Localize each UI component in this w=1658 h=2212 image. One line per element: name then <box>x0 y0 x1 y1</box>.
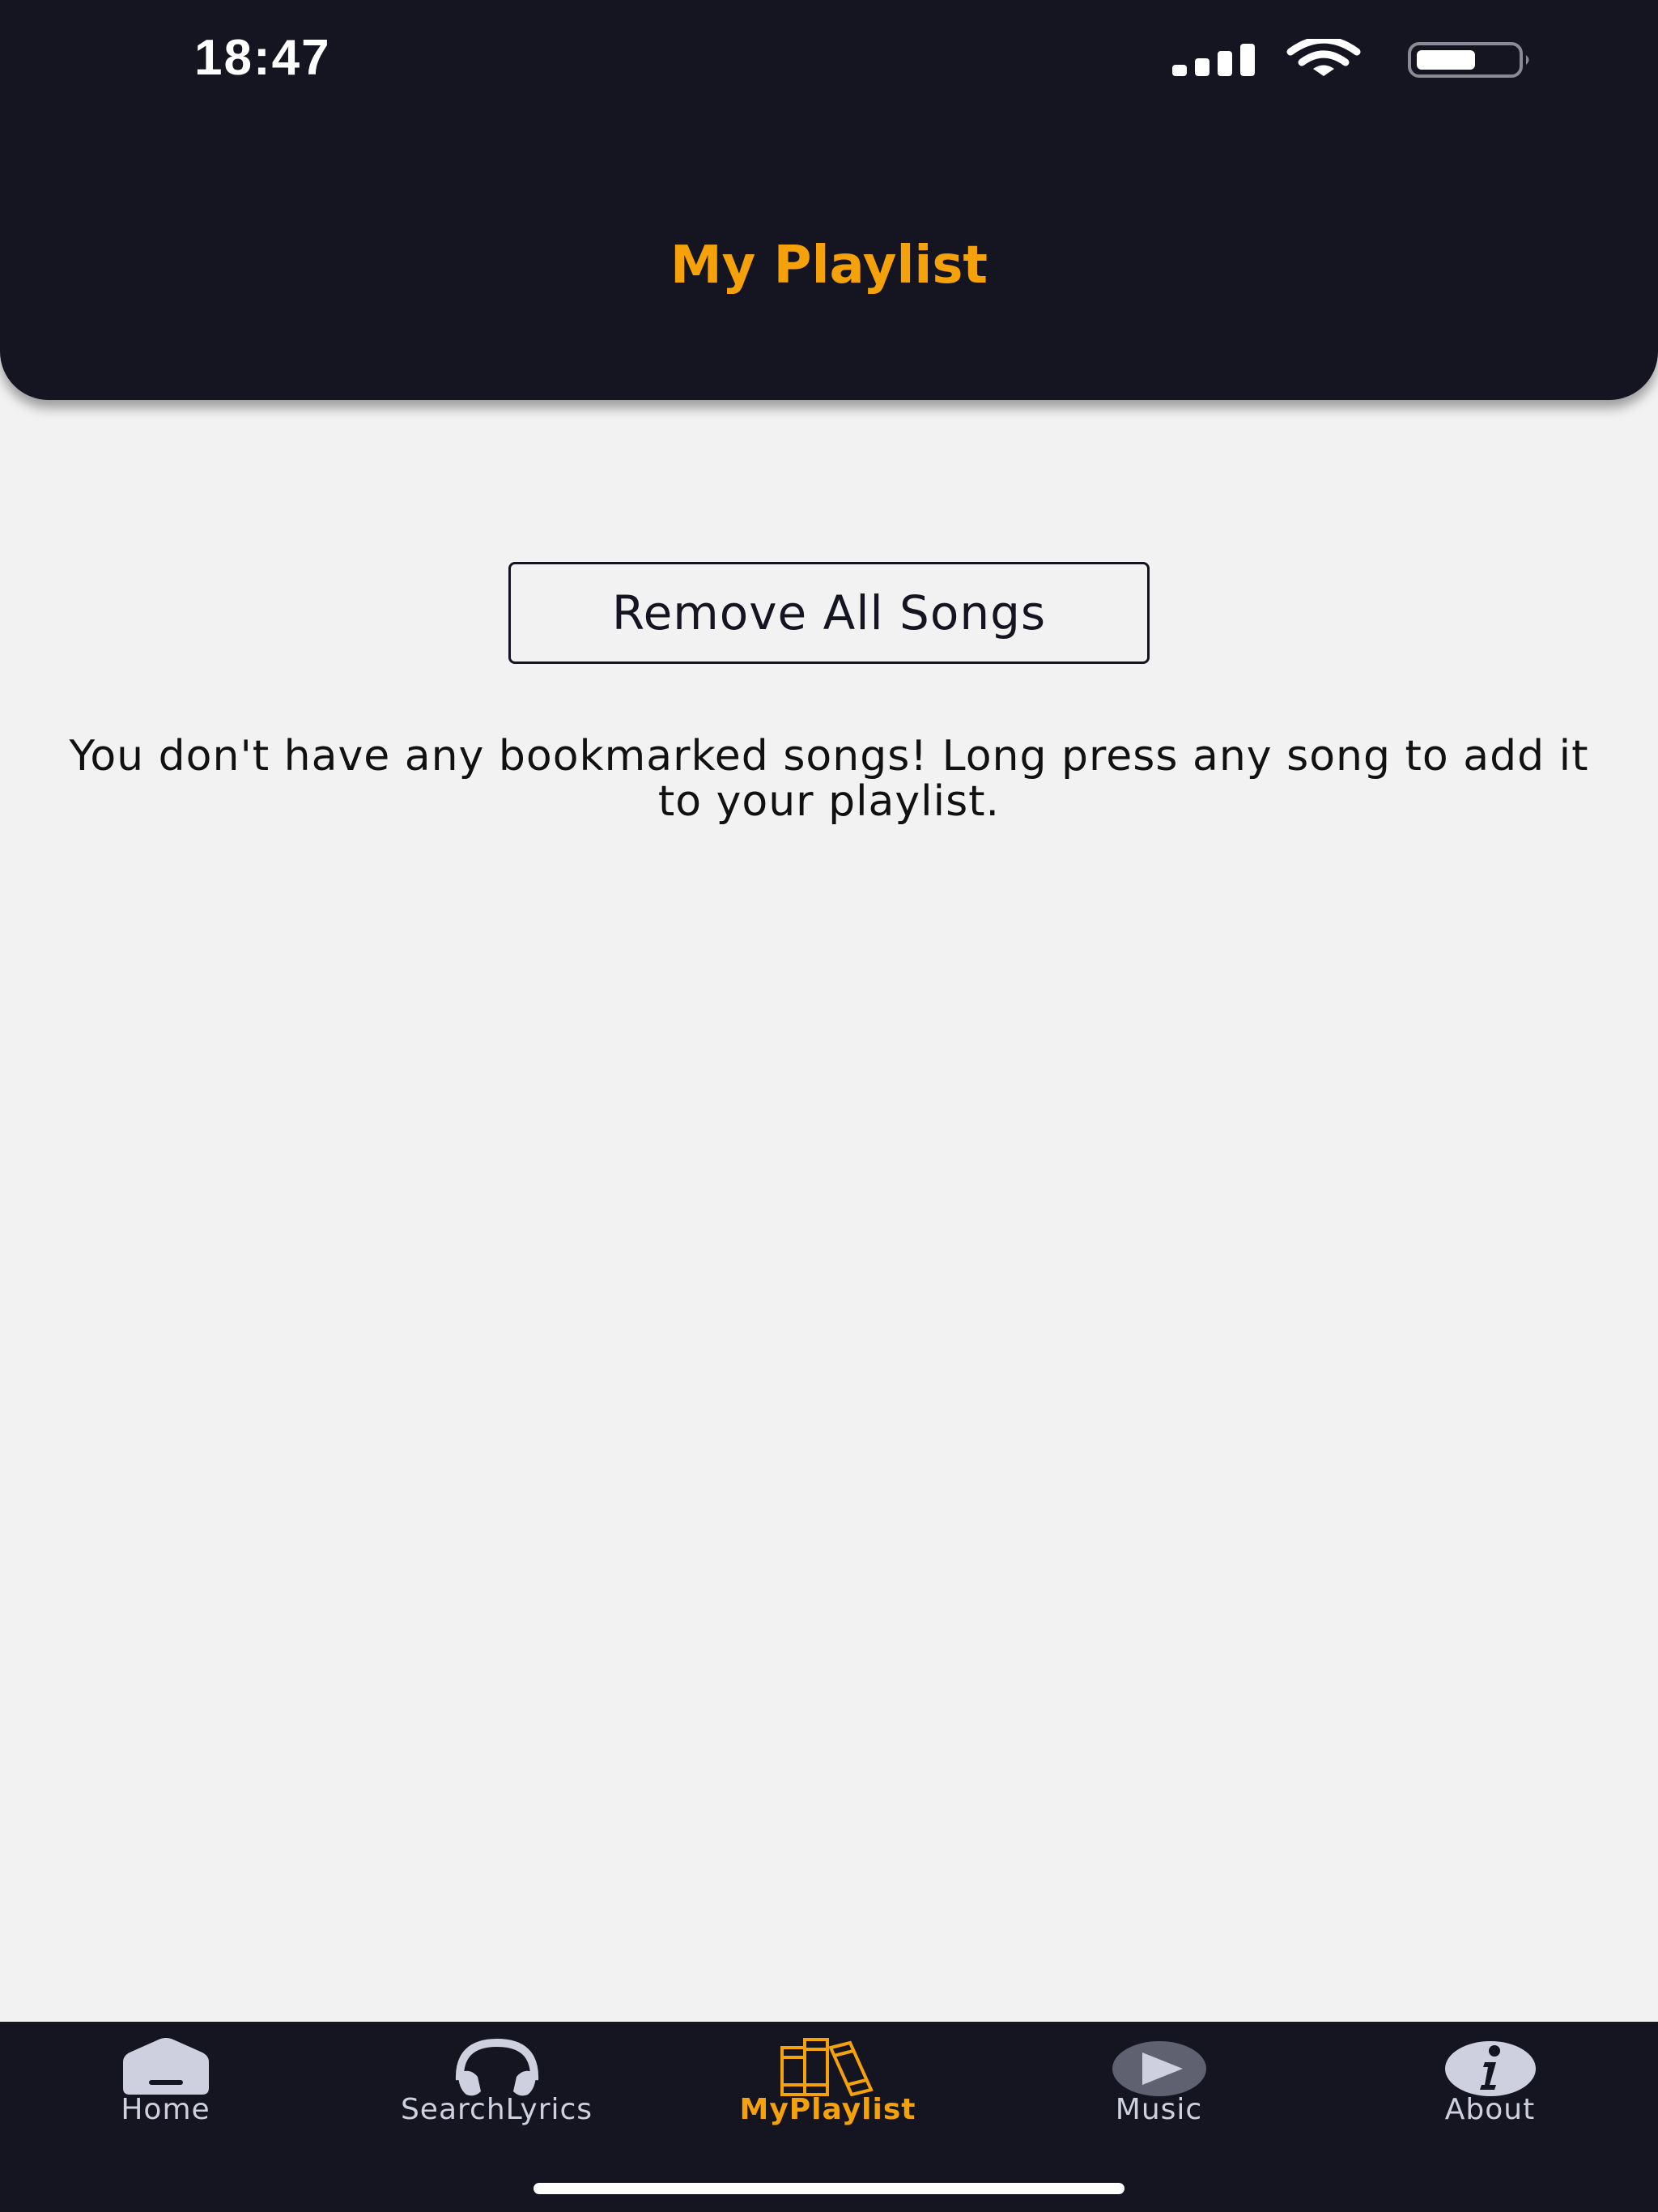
tab-label: Music <box>1115 2093 1203 2126</box>
tab-label: About <box>1444 2093 1536 2126</box>
tab-searchlyrics[interactable]: SearchLyrics <box>331 2022 662 2143</box>
page-title: My Playlist <box>670 236 988 296</box>
status-time: 18:47 <box>194 30 331 86</box>
tab-about[interactable]: About <box>1324 2022 1656 2143</box>
library-icon <box>780 2038 874 2096</box>
tab-music[interactable]: Music <box>993 2022 1324 2143</box>
tab-bar: Home SearchLyrics MyPlaylist Music About <box>0 2022 1658 2212</box>
remove-all-songs-button[interactable]: Remove All Songs <box>508 562 1150 664</box>
tab-label: MyPlaylist <box>739 2093 916 2126</box>
signal-icon <box>1172 44 1255 76</box>
home-icon <box>122 2038 209 2095</box>
status-icons <box>1172 39 1537 79</box>
battery-icon <box>1408 42 1529 78</box>
tab-myplaylist[interactable]: MyPlaylist <box>662 2022 993 2143</box>
tab-home[interactable]: Home <box>0 2022 331 2143</box>
info-icon <box>1444 2041 1536 2096</box>
screen: 18:47 My Playlist Remove All Songs You d… <box>0 0 1658 2212</box>
wifi-icon <box>1286 39 1361 76</box>
tab-label: Home <box>121 2093 210 2126</box>
home-indicator[interactable] <box>534 2183 1124 2194</box>
empty-playlist-message: You don't have any bookmarked songs! Lon… <box>69 732 1589 826</box>
play-icon <box>1112 2041 1206 2096</box>
headphones-icon <box>455 2038 538 2096</box>
header: 18:47 My Playlist <box>0 0 1658 400</box>
tab-label: SearchLyrics <box>400 2093 593 2126</box>
